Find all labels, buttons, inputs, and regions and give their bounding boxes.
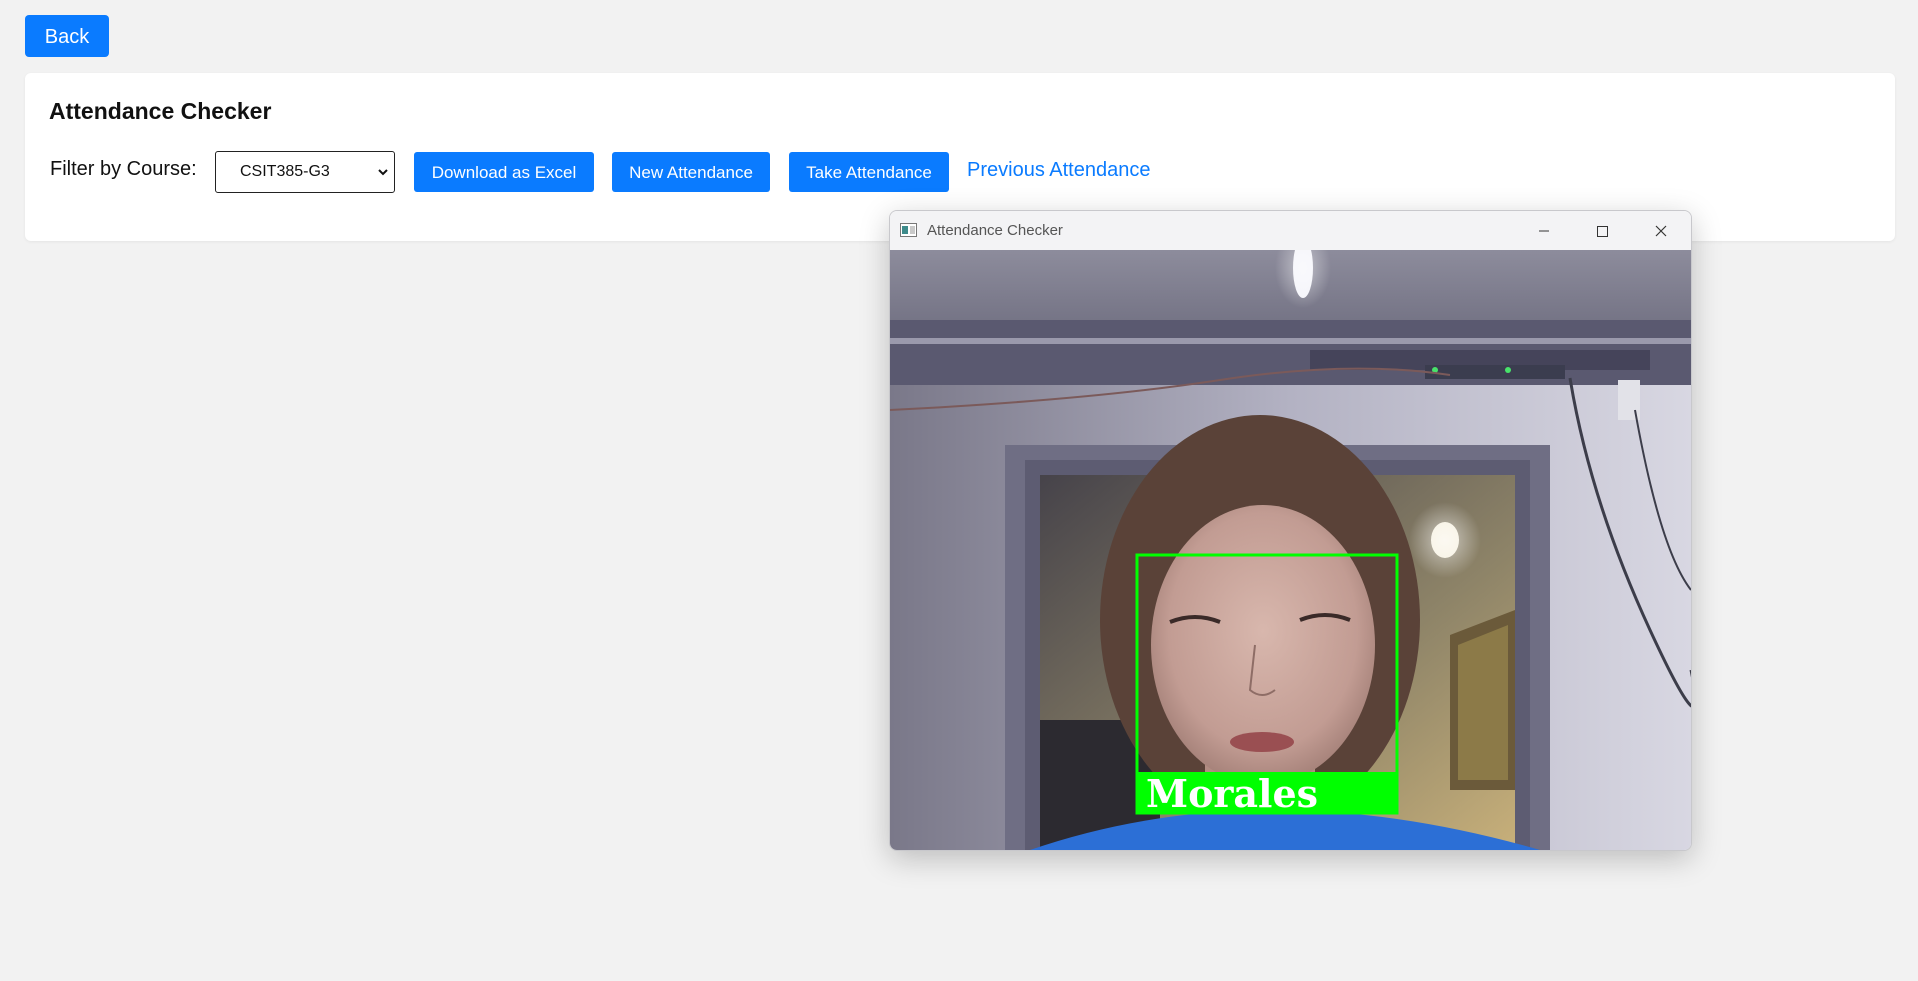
- page-title: Attendance Checker: [49, 98, 272, 124]
- course-select-value: CSIT385-G3: [240, 163, 330, 180]
- app-icon: [900, 223, 917, 237]
- new-attendance-button[interactable]: New Attendance: [612, 152, 770, 192]
- window-title: Attendance Checker: [927, 222, 1063, 239]
- chevron-down-icon: [378, 169, 388, 176]
- lips: [1230, 732, 1294, 752]
- course-select[interactable]: CSIT385-G3: [215, 151, 395, 193]
- maximize-icon[interactable]: [1590, 219, 1614, 243]
- window-titlebar[interactable]: Attendance Checker: [890, 211, 1691, 250]
- take-attendance-button[interactable]: Take Attendance: [789, 152, 949, 192]
- close-icon[interactable]: [1649, 219, 1673, 243]
- camera-feed: Morales: [890, 250, 1691, 850]
- camera-window: Attendance Checker Morales: [889, 210, 1692, 851]
- minimize-icon[interactable]: [1532, 219, 1556, 243]
- previous-attendance-link[interactable]: Previous Attendance: [967, 159, 1150, 182]
- power-strip: [1425, 365, 1565, 379]
- filter-label: Filter by Course:: [50, 158, 197, 180]
- back-button[interactable]: Back: [25, 15, 109, 57]
- download-excel-button[interactable]: Download as Excel: [414, 152, 594, 192]
- recognized-name: Morales: [1146, 771, 1318, 816]
